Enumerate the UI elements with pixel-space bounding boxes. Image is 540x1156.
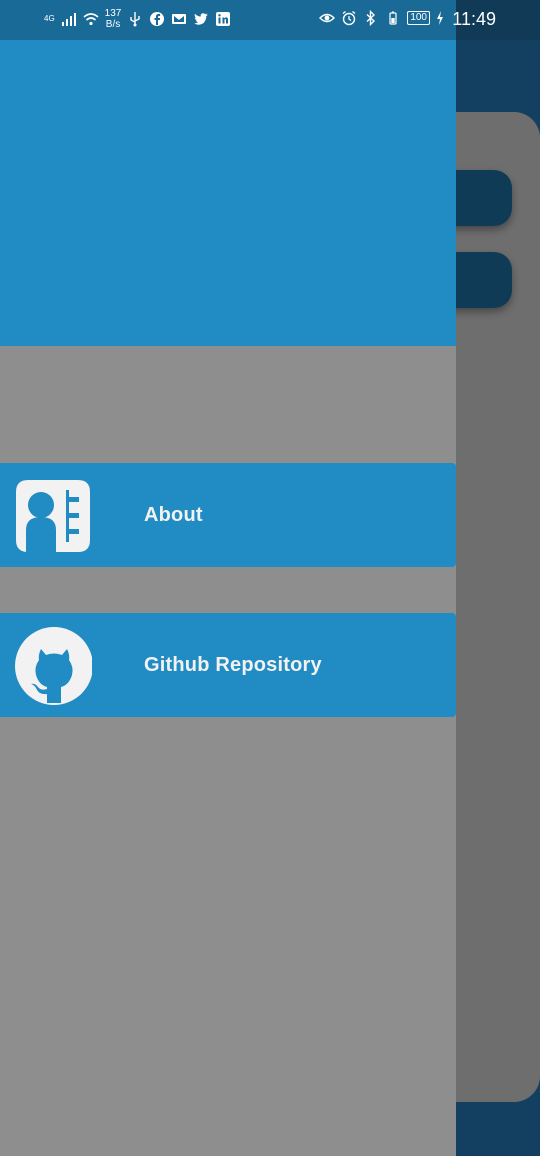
status-left-icons: 4G 137 B/s: [44, 8, 231, 30]
gmail-icon: [172, 14, 187, 24]
facebook-icon: [150, 12, 165, 26]
battery-saver-icon: [389, 11, 397, 25]
drawer-item-github-label: Github Repository: [144, 654, 322, 676]
drawer-item-github[interactable]: Github Repository: [0, 613, 456, 717]
github-icon: [15, 627, 92, 705]
contact-book-icon: [16, 480, 90, 552]
drawer-header: [0, 40, 456, 346]
alarm-icon: [342, 10, 356, 26]
network-type: 4G: [44, 14, 55, 23]
status-right-icons: 100: [319, 10, 444, 26]
linkedin-icon: [216, 12, 231, 26]
drawer-item-about-label: About: [144, 504, 203, 526]
usb-icon: [130, 12, 141, 27]
wifi-icon: [83, 13, 99, 26]
clock: 11:49: [452, 9, 496, 29]
network-speed: 137 B/s: [104, 8, 122, 30]
twitter-icon: [194, 13, 209, 25]
bluetooth-icon: [366, 10, 376, 26]
status-bar: 4G 137 B/s 100 11:49: [0, 0, 540, 40]
drawer-item-about[interactable]: About: [0, 463, 456, 567]
battery-level: 100: [407, 11, 430, 25]
navigation-drawer: About Github Repository: [0, 40, 456, 1156]
eye-comfort-icon: [319, 13, 336, 23]
charging-icon: [437, 11, 443, 25]
signal-icon: [61, 13, 76, 26]
